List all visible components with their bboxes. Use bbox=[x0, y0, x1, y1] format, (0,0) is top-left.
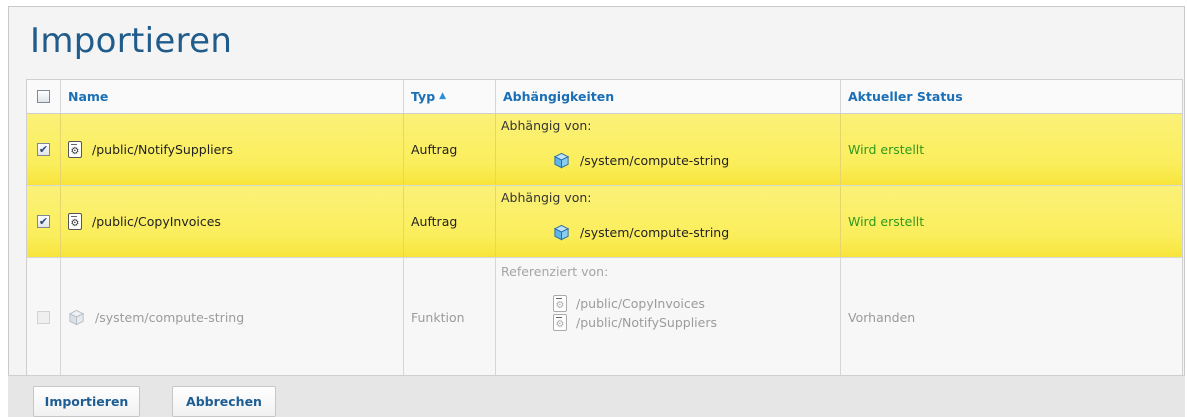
mapping-file-icon: ⚙ bbox=[68, 141, 82, 158]
column-header-dependencies-label: Abhängigkeiten bbox=[503, 89, 615, 104]
mapping-file-icon: ⚙ bbox=[68, 213, 82, 230]
table-row[interactable]: ✔ ⚙ /public/NotifySuppliers Auftrag Abhä… bbox=[27, 114, 1182, 186]
item-type: Auftrag bbox=[411, 214, 458, 229]
action-bar: Importieren Abbrechen bbox=[8, 375, 1185, 417]
item-name: /public/NotifySuppliers bbox=[92, 142, 233, 157]
dependencies-cell: Abhängig von: /system/compute-string bbox=[496, 186, 841, 257]
page-title: Importieren bbox=[30, 21, 233, 61]
dependency-item: ⚙ /public/NotifySuppliers bbox=[553, 314, 717, 331]
item-name: /public/CopyInvoices bbox=[92, 214, 221, 229]
dependency-item: /system/compute-string bbox=[553, 224, 729, 241]
type-cell: Auftrag bbox=[404, 186, 496, 257]
dependencies-cell: Abhängig von: /system/compute-string bbox=[496, 114, 841, 185]
column-header-dependencies[interactable]: Abhängigkeiten bbox=[496, 80, 841, 113]
import-button[interactable]: Importieren bbox=[33, 386, 140, 417]
dependency-label: Referenziert von: bbox=[501, 264, 609, 279]
row-select-cell: ✔ bbox=[27, 186, 61, 257]
sort-ascending-icon[interactable]: ▲ bbox=[439, 92, 446, 101]
import-table: Name Typ ▲ Abhängigkeiten Aktueller Stat… bbox=[26, 79, 1183, 377]
row-select-cell: ✔ bbox=[27, 114, 61, 185]
name-cell: ⚙ /public/CopyInvoices bbox=[61, 186, 404, 257]
name-cell: /system/compute-string bbox=[61, 258, 404, 376]
column-header-status-label: Aktueller Status bbox=[848, 89, 963, 104]
dependency-label: Abhängig von: bbox=[501, 118, 592, 133]
column-header-type-label: Typ bbox=[411, 89, 436, 104]
column-header-name-label: Name bbox=[68, 89, 109, 104]
type-cell: Funktion bbox=[404, 258, 496, 376]
dependency-path: /public/NotifySuppliers bbox=[576, 315, 717, 330]
dependencies-cell: Referenziert von: ⚙ /public/CopyInvoices… bbox=[496, 258, 841, 376]
row-select-cell bbox=[27, 258, 61, 376]
status-text: Wird erstellt bbox=[848, 142, 925, 157]
status-cell: Wird erstellt bbox=[841, 186, 1182, 257]
status-cell: Wird erstellt bbox=[841, 114, 1182, 185]
function-cube-icon bbox=[553, 224, 570, 241]
column-header-status[interactable]: Aktueller Status bbox=[841, 80, 1182, 113]
header-select-cell bbox=[27, 80, 61, 113]
item-type: Funktion bbox=[411, 309, 465, 325]
status-text: Wird erstellt bbox=[848, 214, 925, 229]
row-checkbox bbox=[37, 310, 50, 324]
function-cube-icon bbox=[68, 309, 85, 325]
dependency-item: /system/compute-string bbox=[553, 152, 729, 169]
row-checkbox[interactable]: ✔ bbox=[37, 143, 50, 156]
column-header-name[interactable]: Name bbox=[61, 80, 404, 113]
mapping-file-icon: ⚙ bbox=[553, 314, 567, 331]
mapping-file-icon: ⚙ bbox=[553, 295, 567, 312]
status-cell: Vorhanden bbox=[841, 258, 1182, 376]
item-type: Auftrag bbox=[411, 142, 458, 157]
dependency-label: Abhängig von: bbox=[501, 190, 592, 205]
row-checkbox[interactable]: ✔ bbox=[37, 215, 50, 228]
item-name: /system/compute-string bbox=[95, 309, 245, 325]
table-row: /system/compute-string Funktion Referenz… bbox=[27, 258, 1182, 376]
function-cube-icon bbox=[553, 152, 570, 169]
name-cell: ⚙ /public/NotifySuppliers bbox=[61, 114, 404, 185]
dependency-path: /public/CopyInvoices bbox=[576, 296, 705, 311]
dependency-path: /system/compute-string bbox=[580, 225, 730, 240]
status-text: Vorhanden bbox=[848, 309, 916, 325]
dependency-path: /system/compute-string bbox=[580, 153, 730, 168]
column-header-type[interactable]: Typ ▲ bbox=[404, 80, 496, 113]
cancel-button[interactable]: Abbrechen bbox=[172, 386, 276, 417]
table-header: Name Typ ▲ Abhängigkeiten Aktueller Stat… bbox=[27, 80, 1182, 114]
table-row[interactable]: ✔ ⚙ /public/CopyInvoices Auftrag Abhängi… bbox=[27, 186, 1182, 258]
select-all-checkbox[interactable] bbox=[37, 90, 50, 103]
import-panel: Importieren Name Typ ▲ Abhängigkeiten Ak… bbox=[8, 6, 1185, 415]
dependency-item: ⚙ /public/CopyInvoices bbox=[553, 295, 705, 312]
type-cell: Auftrag bbox=[404, 114, 496, 185]
